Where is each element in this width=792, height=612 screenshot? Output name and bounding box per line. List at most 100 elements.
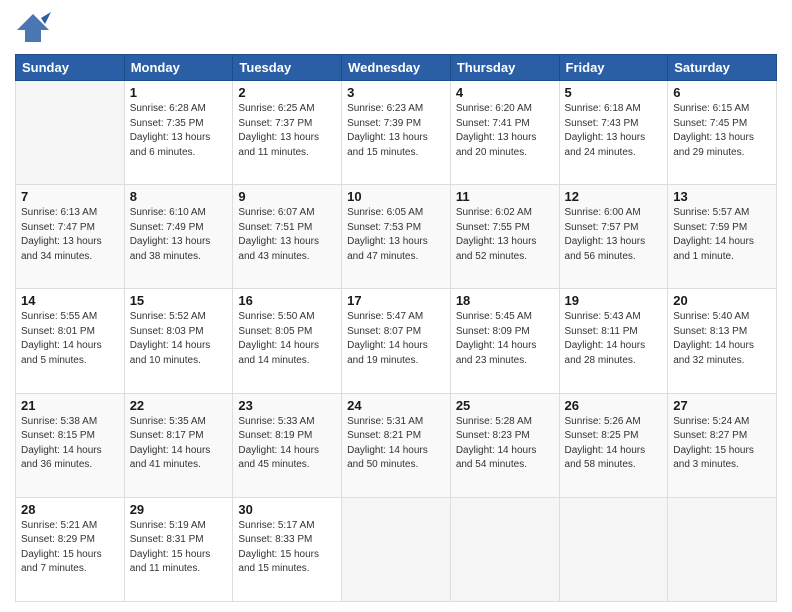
day-number: 12 bbox=[565, 189, 663, 204]
week-row-1: 1 Sunrise: 6:28 AM Sunset: 7:35 PM Daylig… bbox=[16, 81, 777, 185]
day-cell: 21Sunrise: 5:38 AM Sunset: 8:15 PM Dayli… bbox=[16, 393, 125, 497]
day-cell: 28 Sunrise: 5:21 AM Sunset: 8:29 PM Dayli… bbox=[16, 497, 125, 601]
day-number: 13 bbox=[673, 189, 771, 204]
day-info: Sunrise: 6:02 AM Sunset: 7:55 PM Dayligh… bbox=[456, 206, 554, 264]
day-number: 7 bbox=[21, 189, 119, 204]
day-cell bbox=[559, 497, 668, 601]
week-row-4: 21Sunrise: 5:38 AM Sunset: 8:15 PM Dayli… bbox=[16, 393, 777, 497]
day-cell bbox=[16, 81, 125, 185]
day-number: 26 bbox=[565, 398, 663, 413]
day-info: Sunrise: 6:25 AM Sunset: 7:37 PM Dayligh… bbox=[238, 102, 336, 160]
day-cell: 17 Sunrise: 5:47 AM Sunset: 8:07 PM Dayli… bbox=[342, 289, 451, 393]
day-cell: 24 Sunrise: 5:31 AM Sunset: 8:21 PM Dayli… bbox=[342, 393, 451, 497]
day-number: 5 bbox=[565, 85, 663, 100]
day-info: Sunrise: 5:55 AM Sunset: 8:01 PM Dayligh… bbox=[21, 310, 119, 368]
day-number: 17 bbox=[347, 293, 445, 308]
day-cell: 29 Sunrise: 5:19 AM Sunset: 8:31 PM Dayli… bbox=[124, 497, 233, 601]
day-info: Sunrise: 5:40 AM Sunset: 8:13 PM Dayligh… bbox=[673, 310, 771, 368]
day-cell bbox=[450, 497, 559, 601]
day-number: 16 bbox=[238, 293, 336, 308]
day-number: 15 bbox=[130, 293, 228, 308]
day-info: Sunrise: 6:20 AM Sunset: 7:41 PM Dayligh… bbox=[456, 102, 554, 160]
day-info: Sunrise: 6:10 AM Sunset: 7:49 PM Dayligh… bbox=[130, 206, 228, 264]
col-wednesday: Wednesday bbox=[342, 55, 451, 81]
day-cell: 18 Sunrise: 5:45 AM Sunset: 8:09 PM Dayli… bbox=[450, 289, 559, 393]
day-number: 20 bbox=[673, 293, 771, 308]
day-cell: 15Sunrise: 5:52 AM Sunset: 8:03 PM Dayli… bbox=[124, 289, 233, 393]
calendar-table: Sunday Monday Tuesday Wednesday Thursday… bbox=[15, 54, 777, 602]
day-info: Sunrise: 5:57 AM Sunset: 7:59 PM Dayligh… bbox=[673, 206, 771, 264]
day-number: 9 bbox=[238, 189, 336, 204]
day-info: Sunrise: 5:45 AM Sunset: 8:09 PM Dayligh… bbox=[456, 310, 554, 368]
day-cell: 25 Sunrise: 5:28 AM Sunset: 8:23 PM Dayli… bbox=[450, 393, 559, 497]
day-cell: 2 Sunrise: 6:25 AM Sunset: 7:37 PM Daylig… bbox=[233, 81, 342, 185]
day-info: Sunrise: 5:21 AM Sunset: 8:29 PM Dayligh… bbox=[21, 519, 119, 577]
header-row: Sunday Monday Tuesday Wednesday Thursday… bbox=[16, 55, 777, 81]
day-number: 8 bbox=[130, 189, 228, 204]
day-info: Sunrise: 6:13 AM Sunset: 7:47 PM Dayligh… bbox=[21, 206, 119, 264]
day-info: Sunrise: 5:38 AM Sunset: 8:15 PM Dayligh… bbox=[21, 415, 119, 473]
day-cell: 5 Sunrise: 6:18 AM Sunset: 7:43 PM Daylig… bbox=[559, 81, 668, 185]
day-info: Sunrise: 6:18 AM Sunset: 7:43 PM Dayligh… bbox=[565, 102, 663, 160]
col-friday: Friday bbox=[559, 55, 668, 81]
day-cell bbox=[342, 497, 451, 601]
day-cell: 22Sunrise: 5:35 AM Sunset: 8:17 PM Dayli… bbox=[124, 393, 233, 497]
day-cell: 16 Sunrise: 5:50 AM Sunset: 8:05 PM Dayli… bbox=[233, 289, 342, 393]
day-cell: 3 Sunrise: 6:23 AM Sunset: 7:39 PM Daylig… bbox=[342, 81, 451, 185]
logo-icon bbox=[15, 10, 51, 46]
day-number: 22 bbox=[130, 398, 228, 413]
day-cell: 10 Sunrise: 6:05 AM Sunset: 7:53 PM Dayli… bbox=[342, 185, 451, 289]
col-thursday: Thursday bbox=[450, 55, 559, 81]
day-info: Sunrise: 5:31 AM Sunset: 8:21 PM Dayligh… bbox=[347, 415, 445, 473]
day-cell: 4Sunrise: 6:20 AM Sunset: 7:41 PM Daylig… bbox=[450, 81, 559, 185]
day-number: 19 bbox=[565, 293, 663, 308]
page: Sunday Monday Tuesday Wednesday Thursday… bbox=[0, 0, 792, 612]
day-cell: 12Sunrise: 6:00 AM Sunset: 7:57 PM Dayli… bbox=[559, 185, 668, 289]
day-number: 24 bbox=[347, 398, 445, 413]
day-cell: 20 Sunrise: 5:40 AM Sunset: 8:13 PM Dayli… bbox=[668, 289, 777, 393]
header bbox=[15, 10, 777, 46]
day-cell: 7 Sunrise: 6:13 AM Sunset: 7:47 PM Daylig… bbox=[16, 185, 125, 289]
day-number: 6 bbox=[673, 85, 771, 100]
day-info: Sunrise: 6:23 AM Sunset: 7:39 PM Dayligh… bbox=[347, 102, 445, 160]
day-cell: 8 Sunrise: 6:10 AM Sunset: 7:49 PM Daylig… bbox=[124, 185, 233, 289]
day-info: Sunrise: 5:33 AM Sunset: 8:19 PM Dayligh… bbox=[238, 415, 336, 473]
week-row-3: 14 Sunrise: 5:55 AM Sunset: 8:01 PM Dayli… bbox=[16, 289, 777, 393]
day-number: 3 bbox=[347, 85, 445, 100]
day-cell: 6 Sunrise: 6:15 AM Sunset: 7:45 PM Daylig… bbox=[668, 81, 777, 185]
day-number: 30 bbox=[238, 502, 336, 517]
day-number: 27 bbox=[673, 398, 771, 413]
day-number: 29 bbox=[130, 502, 228, 517]
day-info: Sunrise: 5:47 AM Sunset: 8:07 PM Dayligh… bbox=[347, 310, 445, 368]
day-number: 11 bbox=[456, 189, 554, 204]
day-info: Sunrise: 5:24 AM Sunset: 8:27 PM Dayligh… bbox=[673, 415, 771, 473]
day-info: Sunrise: 6:07 AM Sunset: 7:51 PM Dayligh… bbox=[238, 206, 336, 264]
day-number: 2 bbox=[238, 85, 336, 100]
week-row-5: 28 Sunrise: 5:21 AM Sunset: 8:29 PM Dayli… bbox=[16, 497, 777, 601]
day-cell: 13 Sunrise: 5:57 AM Sunset: 7:59 PM Dayli… bbox=[668, 185, 777, 289]
day-info: Sunrise: 5:28 AM Sunset: 8:23 PM Dayligh… bbox=[456, 415, 554, 473]
day-cell: 14 Sunrise: 5:55 AM Sunset: 8:01 PM Dayli… bbox=[16, 289, 125, 393]
day-info: Sunrise: 5:50 AM Sunset: 8:05 PM Dayligh… bbox=[238, 310, 336, 368]
day-cell: 26Sunrise: 5:26 AM Sunset: 8:25 PM Dayli… bbox=[559, 393, 668, 497]
day-cell: 19 Sunrise: 5:43 AM Sunset: 8:11 PM Dayli… bbox=[559, 289, 668, 393]
day-number: 28 bbox=[21, 502, 119, 517]
day-info: Sunrise: 6:05 AM Sunset: 7:53 PM Dayligh… bbox=[347, 206, 445, 264]
col-saturday: Saturday bbox=[668, 55, 777, 81]
col-sunday: Sunday bbox=[16, 55, 125, 81]
day-info: Sunrise: 6:15 AM Sunset: 7:45 PM Dayligh… bbox=[673, 102, 771, 160]
day-cell: 30Sunrise: 5:17 AM Sunset: 8:33 PM Dayli… bbox=[233, 497, 342, 601]
col-monday: Monday bbox=[124, 55, 233, 81]
week-row-2: 7 Sunrise: 6:13 AM Sunset: 7:47 PM Daylig… bbox=[16, 185, 777, 289]
day-info: Sunrise: 5:43 AM Sunset: 8:11 PM Dayligh… bbox=[565, 310, 663, 368]
col-tuesday: Tuesday bbox=[233, 55, 342, 81]
logo bbox=[15, 10, 55, 46]
day-number: 14 bbox=[21, 293, 119, 308]
day-number: 25 bbox=[456, 398, 554, 413]
day-number: 10 bbox=[347, 189, 445, 204]
day-info: Sunrise: 5:19 AM Sunset: 8:31 PM Dayligh… bbox=[130, 519, 228, 577]
day-number: 1 bbox=[130, 85, 228, 100]
day-number: 18 bbox=[456, 293, 554, 308]
day-cell: 9 Sunrise: 6:07 AM Sunset: 7:51 PM Daylig… bbox=[233, 185, 342, 289]
day-info: Sunrise: 6:28 AM Sunset: 7:35 PM Dayligh… bbox=[130, 102, 228, 160]
